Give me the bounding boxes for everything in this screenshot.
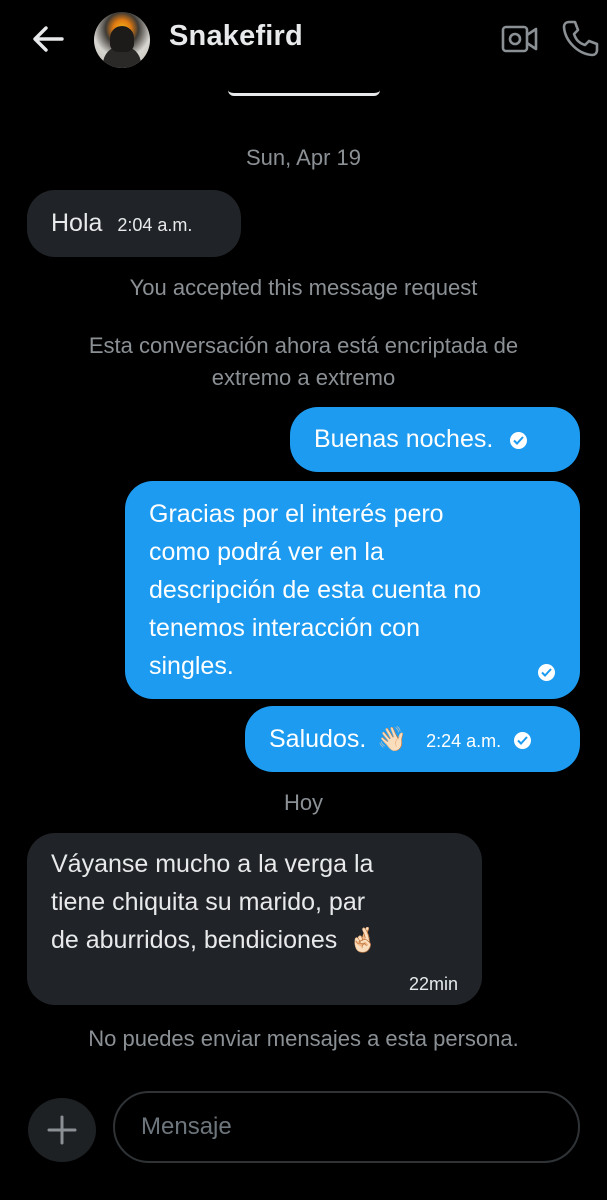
blocked-notice: No puedes enviar mensajes a esta persona… <box>88 1026 519 1051</box>
message-timestamp: 2:24 a.m. <box>426 731 502 751</box>
arrow-left-icon <box>33 26 64 52</box>
message-sent[interactable]: Saludos. 👋🏻 2:24 a.m. <box>245 706 580 772</box>
phone-call-button[interactable] <box>560 18 600 58</box>
encryption-notice: Esta conversación ahora está encriptada … <box>0 330 607 394</box>
read-receipt-icon <box>514 731 532 749</box>
message-text-line: tiene chiquita su marido, par <box>51 888 366 916</box>
video-call-icon <box>501 25 538 53</box>
message-timestamp: 2:04 a.m. <box>117 215 193 235</box>
dm-screen: Snakefird Sun, Apr 19 Hola 2:04 a.m. You… <box>0 0 607 1200</box>
message-input[interactable] <box>113 1091 580 1163</box>
waving-hand-emoji: 👋🏻 <box>377 726 408 753</box>
message-text-line: Váyanse mucho a la verga la <box>51 850 374 878</box>
read-receipt-icon <box>510 431 528 449</box>
avatar[interactable] <box>94 12 150 68</box>
message-text: Saludos. <box>269 725 367 753</box>
system-message: You accepted this message request <box>129 275 478 300</box>
date-separator: Hoy <box>283 790 324 815</box>
video-call-button[interactable] <box>500 20 540 58</box>
message-text: Hola <box>51 209 103 237</box>
add-attachment-button[interactable] <box>28 1098 96 1162</box>
message-text-line: Gracias por el interés pero <box>149 500 444 528</box>
message-text: Buenas noches. <box>314 425 494 453</box>
crossed-fingers-emoji: 🤞🏻 <box>348 927 379 954</box>
encryption-notice-line: extremo a extremo <box>211 365 396 390</box>
message-sent[interactable]: Gracias por el interés pero como podrá v… <box>125 481 580 699</box>
phone-call-icon <box>562 20 599 57</box>
scroll-indicator <box>228 90 380 96</box>
message-text-line: singles. <box>149 652 234 680</box>
message-received[interactable]: Hola 2:04 a.m. <box>27 190 241 257</box>
message-text-line: de aburridos, bendiciones 🤞🏻 <box>51 921 482 960</box>
message-sent[interactable]: Buenas noches. <box>290 407 580 472</box>
message-received[interactable]: Váyanse mucho a la verga la tiene chiqui… <box>27 833 482 1005</box>
message-text-line: tenemos interacción con <box>149 614 420 642</box>
message-timestamp: 22min <box>408 974 458 994</box>
plus-icon <box>47 1115 77 1145</box>
avatar-figure-head <box>110 26 134 52</box>
read-receipt-icon <box>538 664 555 681</box>
encryption-notice-line: Esta conversación ahora está encriptada … <box>88 333 519 358</box>
conversation-header: Snakefird <box>0 0 607 80</box>
back-button[interactable] <box>28 22 68 56</box>
message-text-line: como podrá ver en la <box>149 538 384 566</box>
message-text-segment: de aburridos, bendiciones <box>51 926 338 954</box>
date-separator: Sun, Apr 19 <box>246 145 361 170</box>
contact-name[interactable]: Snakefird <box>169 20 303 53</box>
message-text-line: descripción de esta cuenta no <box>149 576 482 604</box>
